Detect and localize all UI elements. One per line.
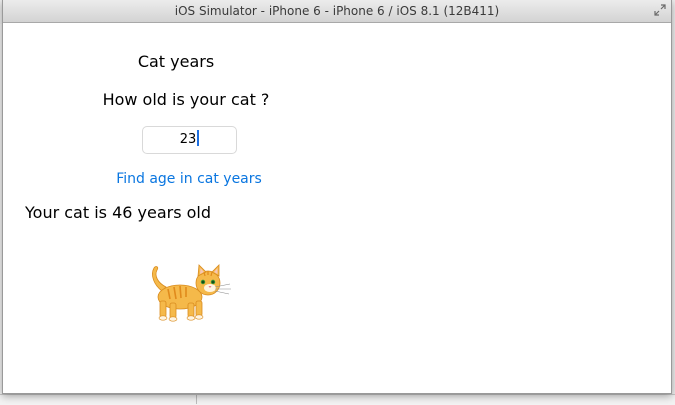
fullscreen-icon[interactable] bbox=[654, 4, 666, 16]
page-title: Cat years bbox=[137, 52, 215, 71]
window-titlebar[interactable]: iOS Simulator - iPhone 6 - iPhone 6 / iO… bbox=[3, 0, 671, 23]
window-title: iOS Simulator - iPhone 6 - iPhone 6 / iO… bbox=[174, 4, 500, 18]
background-divider bbox=[196, 395, 197, 404]
background-editor-area bbox=[0, 394, 675, 405]
question-label: How old is your cat ? bbox=[102, 90, 270, 109]
text-caret bbox=[197, 130, 200, 146]
simulator-screen: Cat years How old is your cat ? 23 Find … bbox=[3, 23, 671, 393]
find-age-button[interactable]: Find age in cat years bbox=[103, 171, 275, 187]
simulator-window: iOS Simulator - iPhone 6 - iPhone 6 / iO… bbox=[2, 0, 672, 394]
cat-age-value: 23 bbox=[179, 132, 197, 147]
result-label: Your cat is 46 years old bbox=[25, 203, 212, 222]
cat-age-input[interactable]: 23 bbox=[142, 126, 237, 154]
cat-illustration-icon bbox=[152, 264, 231, 322]
